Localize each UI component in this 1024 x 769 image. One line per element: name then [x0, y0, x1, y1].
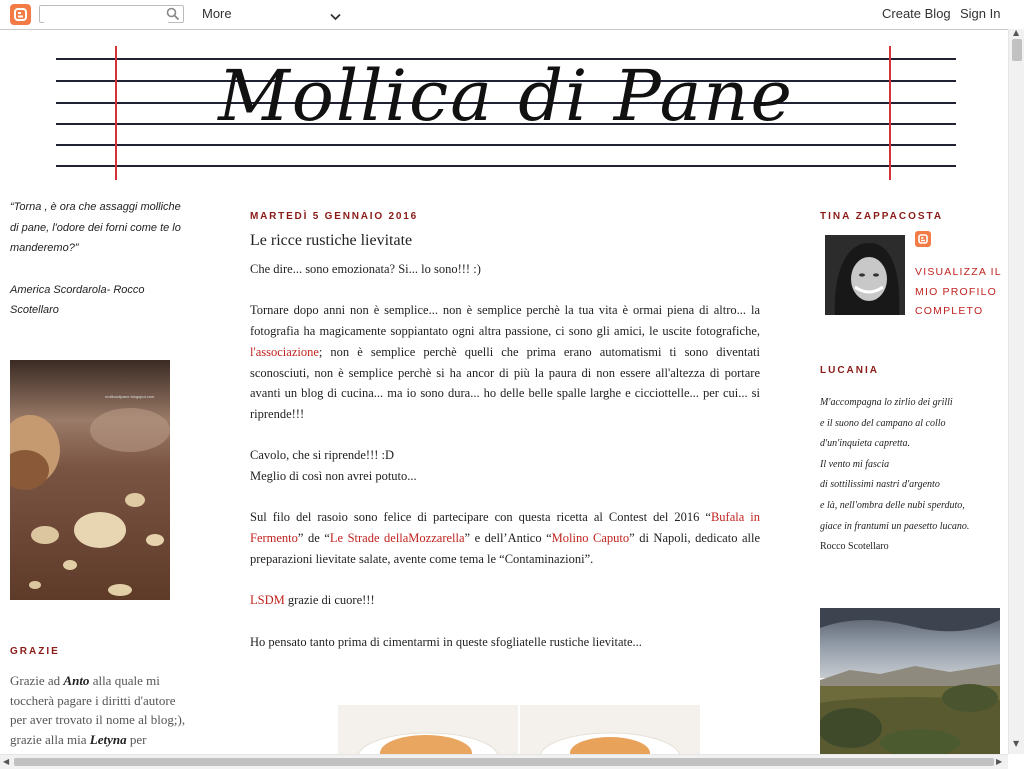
strade-mozzarella-link[interactable]: Le Strade dellaMozzarella [330, 531, 465, 545]
blogger-logo-icon[interactable] [10, 4, 31, 25]
bread-crumbs-photo: mollicadipane.blogspot.com [10, 360, 170, 600]
post-title[interactable]: Le ricce rustiche lievitate [250, 232, 412, 250]
search-input[interactable] [44, 7, 168, 23]
vertical-scroll-thumb[interactable] [1012, 39, 1022, 61]
poem-line: d'un'inquieta capretta. [820, 438, 911, 450]
grazie-heading: GRAZIE [10, 646, 60, 657]
grazie-text-part: alla quale mi [89, 673, 160, 688]
poem-line: e il suono del campano al collo [820, 417, 946, 429]
scroll-right-arrow-icon[interactable]: ▶ [996, 757, 1002, 766]
post-text: Sul filo del rasoio sono felice di parte… [250, 510, 711, 525]
poem-line: Il vento mi fascia [820, 458, 890, 470]
vertical-scrollbar[interactable]: ▲ ▼ [1008, 28, 1024, 754]
profile-photo[interactable] [825, 235, 905, 315]
poem-author: Rocco Scotellaro [820, 541, 889, 553]
post-paragraph: Sul filo del rasoio sono felice di parte… [250, 507, 760, 569]
blog-header: Mollica di Pane [56, 46, 956, 180]
poem-line: e là, nell'ombra delle nubi sperduto, [820, 499, 965, 511]
lucania-landscape-photo [820, 608, 1000, 754]
post-text: ” de “ [297, 531, 330, 546]
post-text: ; non è semplice perchè quelli che prima… [250, 344, 760, 421]
blogger-navbar: More Create Blog Sign In [0, 0, 1024, 30]
grazie-text-part: Grazie ad [10, 673, 64, 688]
grazie-name: Anto [63, 673, 90, 688]
create-blog-link[interactable]: Create Blog [882, 6, 951, 21]
scroll-down-arrow-icon[interactable]: ▼ [1013, 739, 1019, 748]
scroll-up-arrow-icon[interactable]: ▲ [1013, 28, 1019, 37]
navbar-search[interactable] [39, 5, 184, 23]
profile-heading: TINA ZAPPACOSTA [820, 211, 944, 222]
post-text: Meglio di così non avrei potuto... [250, 469, 417, 483]
post-paragraph: Che dire... sono emozionata? Si... lo so… [250, 262, 481, 276]
sign-in-link[interactable]: Sign In [960, 6, 1000, 21]
chevron-down-icon[interactable] [330, 8, 341, 26]
grazie-text: Grazie ad Anto alla quale mi toccherà pa… [10, 671, 192, 749]
associazione-link[interactable]: l'associazione [250, 345, 319, 359]
poem-line: M'accompagna lo zirlio dei grilli [820, 397, 953, 408]
lsdm-link[interactable]: LSDM [250, 593, 285, 607]
recipe-photo [338, 705, 700, 755]
notebook-line [56, 144, 956, 146]
more-menu[interactable]: More [202, 6, 232, 21]
post-text: ” e dell’Antico “ [464, 531, 552, 546]
photo-watermark: mollicadipane.blogspot.com [105, 394, 155, 399]
search-icon[interactable] [166, 7, 180, 26]
poem-line: di sottilissimi nastri d'argento [820, 479, 940, 491]
post-body: Che dire... sono emozionata? Si... lo so… [250, 259, 760, 673]
post-text: Tornare dopo anni non è semplice... non … [250, 303, 760, 339]
grazie-text-part: per [126, 731, 147, 747]
post-text: grazie di cuore!!! [284, 593, 375, 608]
post-paragraph: LSDM grazie di cuore!!! [250, 590, 760, 611]
post-paragraph: Cavolo, che si riprende!!! :D Meglio di c… [250, 445, 760, 486]
scroll-left-arrow-icon[interactable]: ◀ [3, 757, 9, 766]
quote-text: “Torna , è ora che assaggi molliche di p… [10, 201, 181, 254]
poem-line: giace in frantumi un paesetto lucano. [820, 520, 970, 532]
post-date: MARTEDÌ 5 GENNAIO 2016 [250, 211, 418, 222]
post-paragraph: Ho pensato tanto prima di cimentarmi in … [250, 634, 642, 649]
molino-caputo-link[interactable]: Molino Caputo [552, 531, 629, 545]
post-text: Cavolo, che si riprende!!! :D [250, 448, 395, 463]
notebook-line [56, 165, 956, 167]
post-paragraph: Tornare dopo anni non è semplice... non … [250, 300, 760, 424]
lucania-heading: LUCANIA [820, 365, 879, 376]
sidebar-quote: “Torna , è ora che assaggi molliche di p… [10, 197, 190, 342]
quote-author: America Scordarola- Rocco Scotellaro [10, 283, 145, 317]
horizontal-scroll-thumb[interactable] [14, 758, 994, 766]
view-profile-link[interactable]: VISUALIZZA IL MIO PROFILO COMPLETO [915, 263, 1005, 322]
poem: M'accompagna lo zirlio dei grilli e il s… [820, 393, 1000, 558]
grazie-name: Letyna [89, 731, 127, 747]
blogger-profile-icon[interactable] [915, 231, 931, 247]
blog-title[interactable]: Mollica di Pane [56, 48, 956, 144]
horizontal-scrollbar[interactable]: ◀ ▶ [0, 754, 1008, 769]
